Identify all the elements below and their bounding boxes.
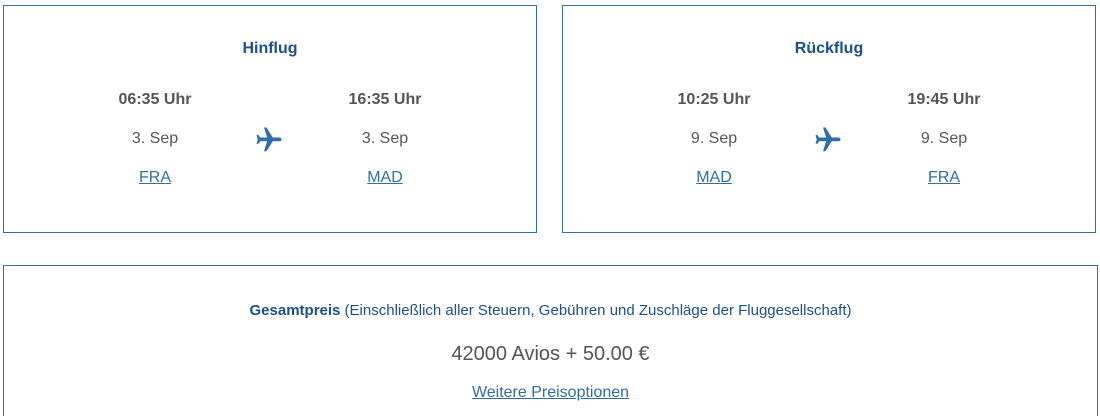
total-price-title: Gesamtpreis [249, 302, 341, 319]
airplane-icon [256, 127, 282, 152]
outbound-departure-time: 06:35 Uhr [118, 91, 192, 108]
return-arrival-date: 9. Sep [920, 130, 968, 147]
return-title: Rückflug [794, 40, 864, 57]
outbound-flight-card: Hinflug 06:35 Uhr 3. Sep FRA 16:35 Uhr 3… [3, 5, 537, 233]
price-summary-card: Gesamtpreis (Einschließlich aller Steuer… [3, 265, 1098, 416]
flight-summary-page: Hinflug 06:35 Uhr 3. Sep FRA 16:35 Uhr 3… [0, 0, 1100, 416]
outbound-arrival-airport-link[interactable]: MAD [305, 169, 465, 187]
outbound-title: Hinflug [242, 40, 298, 57]
total-price-value: 42000 Avios + 50.00 € [451, 343, 650, 365]
return-arrival-time: 19:45 Uhr [907, 91, 981, 108]
return-arrival-airport-link[interactable]: FRA [864, 169, 1024, 187]
return-departure-airport-link[interactable]: MAD [634, 169, 794, 187]
return-departure-date: 9. Sep [690, 130, 738, 147]
more-price-options: Weitere Preisoptionen [4, 384, 1097, 402]
outbound-arrival-date: 3. Sep [361, 130, 409, 147]
outbound-departure-airport-link[interactable]: FRA [75, 169, 235, 187]
return-flight-card: Rückflug 10:25 Uhr 9. Sep MAD 19:45 Uhr … [562, 5, 1096, 233]
return-departure-time: 10:25 Uhr [677, 91, 751, 108]
outbound-departure-date: 3. Sep [131, 130, 179, 147]
total-price-note: (Einschließlich aller Steuern, Gebühren … [340, 302, 852, 319]
outbound-arrival-time: 16:35 Uhr [348, 91, 422, 108]
airplane-icon [815, 127, 841, 152]
more-price-options-link[interactable]: Weitere Preisoptionen [472, 384, 629, 401]
total-price-label: Gesamtpreis (Einschließlich aller Steuer… [4, 302, 1097, 319]
